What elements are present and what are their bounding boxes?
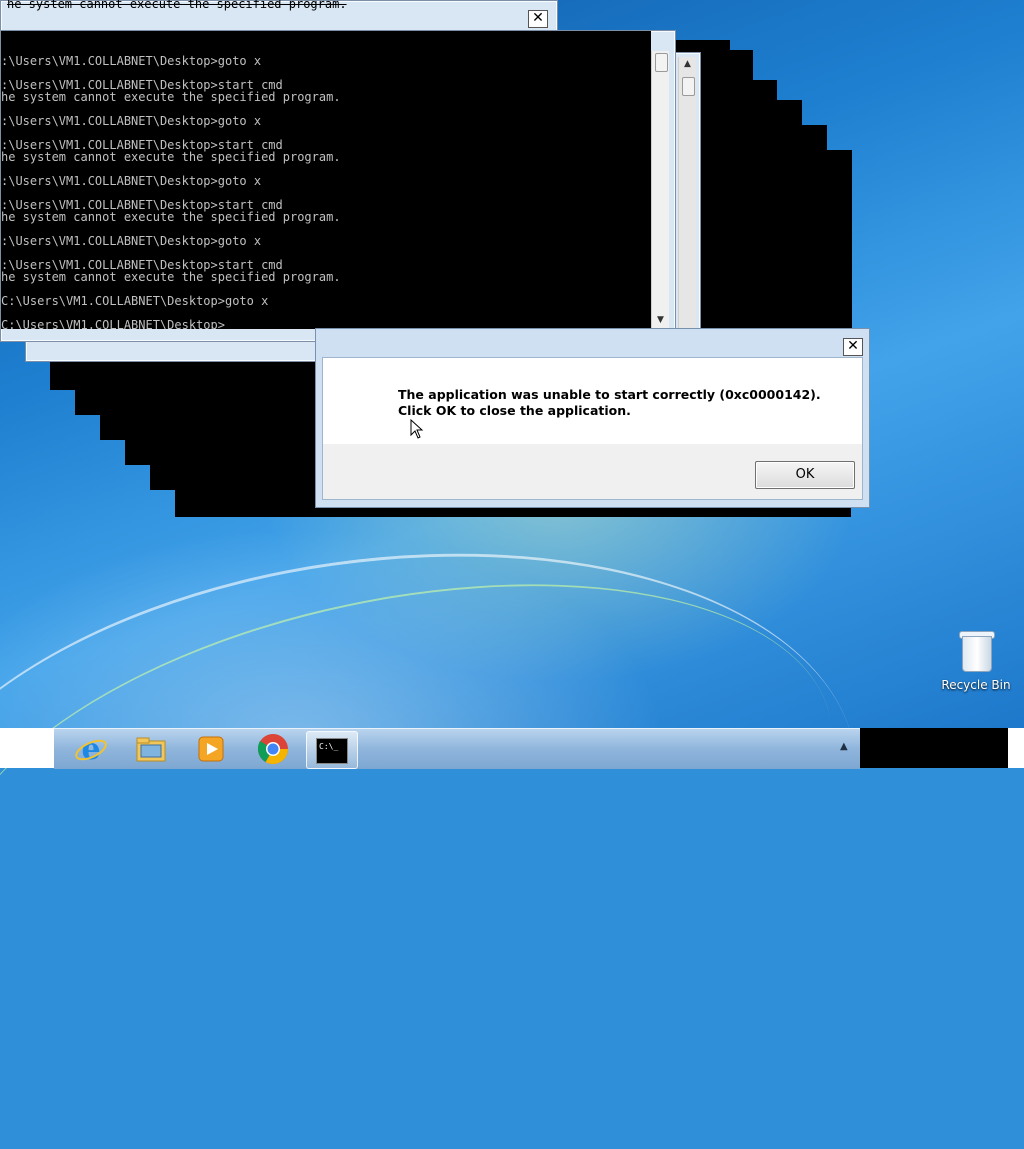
console-line: :\Users\VM1.COLLABNET\Desktop>goto x (1, 174, 262, 188)
media-player-icon (198, 736, 224, 762)
taskbar-item-chrome[interactable] (248, 731, 298, 767)
console-line: :\Users\VM1.COLLABNET\Desktop>goto x (1, 54, 262, 68)
scroll-up-icon[interactable]: ▲ (680, 57, 695, 72)
taskbar-clock-area (860, 728, 1008, 768)
taskbar-left-strip (0, 728, 54, 768)
mouse-cursor-icon (410, 419, 424, 439)
command-prompt-icon-text: C:\_ (319, 742, 339, 751)
console-lines: :\Users\VM1.COLLABNET\Desktop>goto x :\Us… (1, 55, 651, 329)
recycle-bin-icon (959, 628, 995, 672)
chrome-icon (257, 734, 288, 765)
middle-window-scrollbar[interactable]: ▲ (678, 57, 696, 333)
console-line: :\Users\VM1.COLLABNET\Desktop>goto x (1, 234, 262, 248)
close-icon[interactable]: ✕ (843, 338, 863, 356)
taskbar-item-internet-explorer[interactable]: e (66, 731, 116, 767)
internet-explorer-icon: e (75, 732, 107, 767)
console-scrollbar[interactable]: ▼ (651, 51, 669, 329)
show-hidden-icons-icon[interactable]: ▲ (840, 741, 848, 752)
console-line: :\Users\VM1.COLLABNET\Desktop>goto x (1, 114, 262, 128)
console-line: he system cannot execute the specified p… (1, 210, 341, 224)
close-icon[interactable]: ✕ (528, 10, 548, 28)
scroll-thumb[interactable] (655, 53, 668, 72)
console-line: he system cannot execute the specified p… (1, 90, 341, 104)
taskbar-item-media-player[interactable] (186, 731, 236, 767)
taskbar-item-file-explorer[interactable] (126, 731, 176, 767)
error-dialog: ✕ The application was unable to start co… (315, 328, 870, 508)
show-desktop-button[interactable] (1008, 728, 1024, 768)
console-line: C:\Users\VM1.COLLABNET\Desktop>goto x (1, 294, 269, 308)
recycle-bin-label: Recycle Bin (941, 678, 1011, 692)
scroll-thumb[interactable] (682, 77, 695, 96)
cmd-window: :\Users\VM1.COLLABNET\Desktop>goto x :\Us… (0, 30, 676, 342)
error-message: The application was unable to start corr… (398, 387, 821, 418)
file-explorer-icon (136, 737, 166, 762)
svg-text:e: e (81, 732, 100, 767)
taskbar: e C:\_ ▲ (54, 728, 860, 769)
dialog-body: The application was unable to start corr… (322, 357, 863, 500)
ok-button[interactable]: OK (755, 461, 855, 489)
command-prompt-icon: C:\_ (316, 738, 348, 764)
back-window-title-text: he system cannot execute the specified p… (7, 0, 347, 11)
console-output[interactable]: :\Users\VM1.COLLABNET\Desktop>goto x :\Us… (1, 31, 651, 329)
recycle-bin[interactable]: Recycle Bin (936, 628, 1016, 692)
scroll-down-icon[interactable]: ▼ (653, 313, 668, 328)
console-line: he system cannot execute the specified p… (1, 270, 341, 284)
taskbar-item-command-prompt[interactable]: C:\_ (306, 731, 358, 769)
console-line: he system cannot execute the specified p… (1, 150, 341, 164)
